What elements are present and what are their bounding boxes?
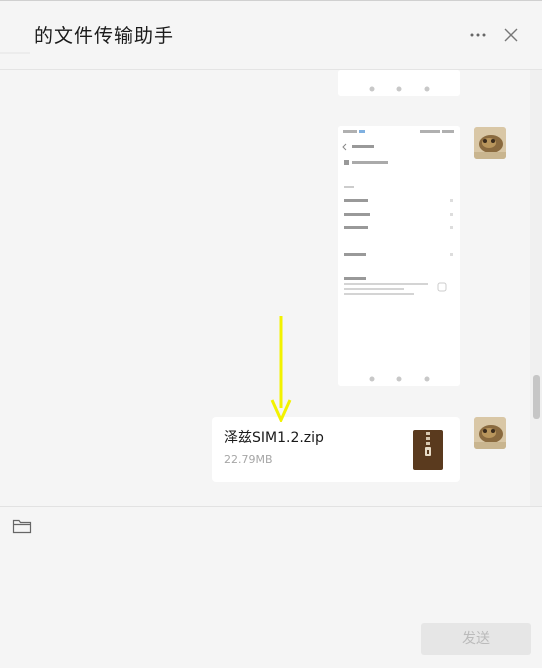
image-message[interactable] — [338, 126, 460, 386]
more-dots-icon — [470, 33, 486, 37]
send-file-button[interactable] — [12, 518, 32, 534]
file-size: 22.79MB — [224, 453, 273, 466]
send-button[interactable]: 发送 — [421, 623, 531, 655]
chat-title: 的文件传输助手 — [34, 25, 175, 47]
zip-archive-icon — [413, 430, 443, 470]
folder-icon — [12, 519, 32, 534]
file-message[interactable]: 泽兹SIM1.2.zip 22.79MB — [212, 417, 460, 482]
input-area[interactable]: 发送 — [0, 506, 542, 668]
scrollbar-thumb[interactable] — [533, 375, 540, 419]
avatar[interactable] — [474, 417, 506, 449]
message-list[interactable]: 泽兹SIM1.2.zip 22.79MB — [0, 70, 542, 506]
close-button[interactable] — [500, 24, 522, 46]
more-button[interactable] — [466, 23, 490, 47]
image-message[interactable] — [338, 70, 460, 96]
user-avatar-image — [474, 127, 506, 159]
header-accent — [0, 52, 30, 54]
phone-screenshot-thumbnail — [338, 70, 460, 96]
phone-screenshot-thumbnail — [338, 126, 460, 386]
file-name: 泽兹SIM1.2.zip — [224, 430, 324, 446]
chat-header: 的文件传输助手 — [0, 1, 542, 70]
annotation-arrow — [270, 316, 292, 422]
avatar[interactable] — [474, 127, 506, 159]
scrollbar[interactable] — [530, 70, 542, 506]
close-icon — [504, 28, 518, 42]
user-avatar-image — [474, 417, 506, 449]
